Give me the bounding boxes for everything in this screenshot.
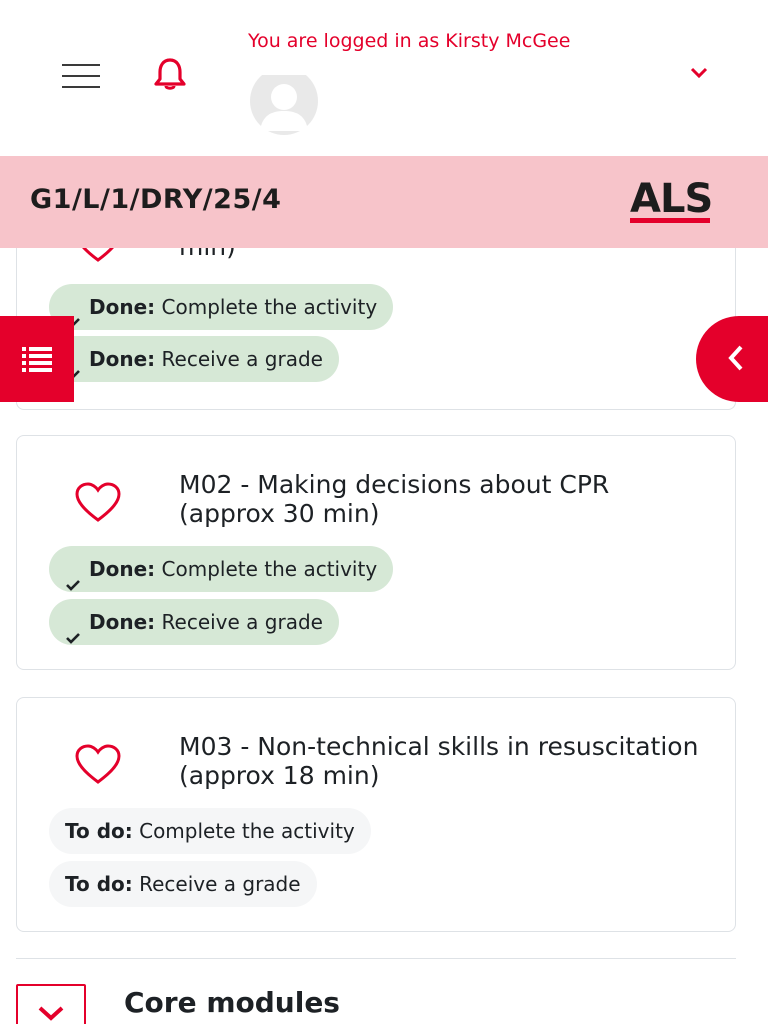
section-title[interactable]: Core modules xyxy=(124,986,340,1019)
activity-title[interactable]: M03 - Non-technical skills in resuscitat… xyxy=(179,732,699,790)
activity-card: M03 - Non-technical skills in resuscitat… xyxy=(16,697,736,932)
logged-in-user-text: You are logged in as Kirsty McGee xyxy=(248,30,571,52)
completion-condition: Done: Receive a grade xyxy=(49,599,339,645)
chevron-down-icon xyxy=(38,1006,64,1021)
hamburger-icon[interactable] xyxy=(62,64,102,90)
chevron-left-icon xyxy=(728,345,743,371)
check-icon xyxy=(65,300,81,329)
top-navbar: You are logged in as Kirsty McGee xyxy=(0,0,768,156)
completion-condition: Done: Complete the activity xyxy=(49,284,394,330)
section-divider xyxy=(16,958,736,959)
heart-icon xyxy=(73,480,123,524)
course-code: G1/L/1/DRY/25/4 xyxy=(30,184,282,215)
check-icon xyxy=(65,562,81,591)
completion-condition: Done: Receive a grade xyxy=(49,336,339,382)
completion-condition: To do: Receive a grade xyxy=(49,861,317,907)
check-icon xyxy=(65,615,81,644)
completion-condition: Done: Complete the activity xyxy=(49,546,394,592)
activity-card: M02 - Making decisions about CPR (approx… xyxy=(16,435,736,670)
section-collapse-toggle[interactable] xyxy=(16,984,86,1024)
block-drawer-toggle[interactable] xyxy=(696,316,768,402)
user-avatar[interactable] xyxy=(248,75,320,135)
course-header-band: G1/L/1/DRY/25/4 ALS xyxy=(0,156,768,248)
activity-title[interactable]: M02 - Making decisions about CPR (approx… xyxy=(179,470,699,528)
course-index-toggle[interactable] xyxy=(0,316,74,402)
bell-icon[interactable] xyxy=(150,56,190,92)
als-logo: ALS xyxy=(630,176,713,223)
list-icon xyxy=(22,347,52,372)
chevron-down-icon[interactable] xyxy=(688,64,710,82)
completion-condition: To do: Complete the activity xyxy=(49,808,371,854)
heart-icon xyxy=(73,742,123,786)
